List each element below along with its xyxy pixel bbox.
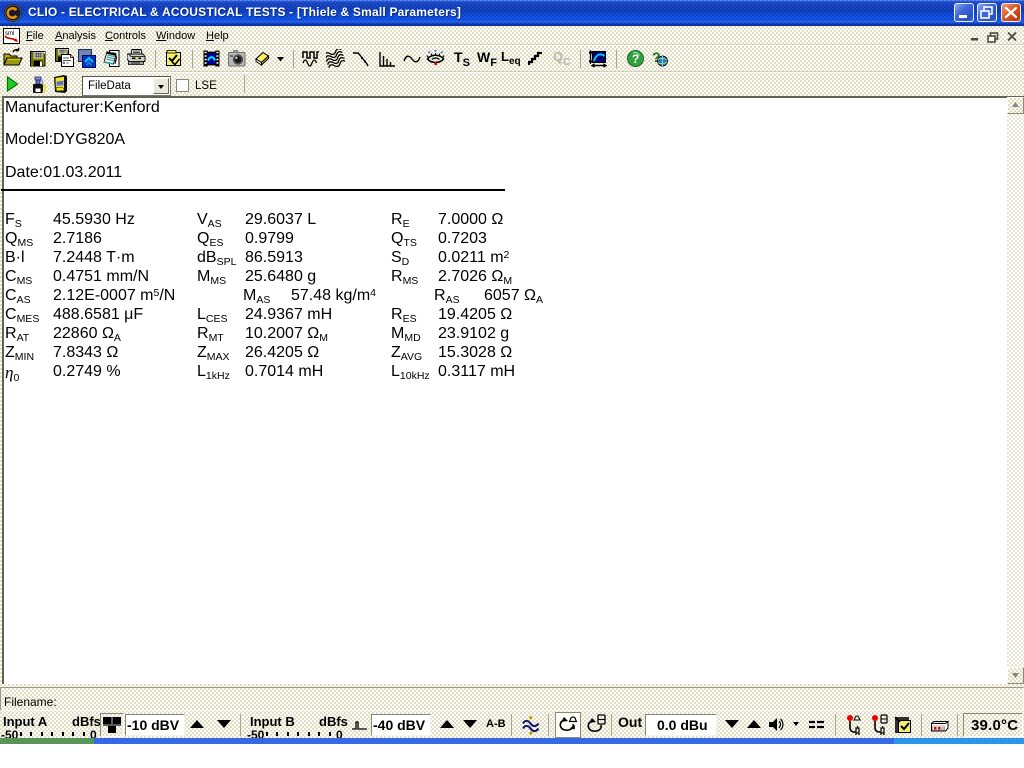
svg-text:sml: sml [5, 31, 14, 37]
svg-text:?: ? [632, 52, 639, 66]
